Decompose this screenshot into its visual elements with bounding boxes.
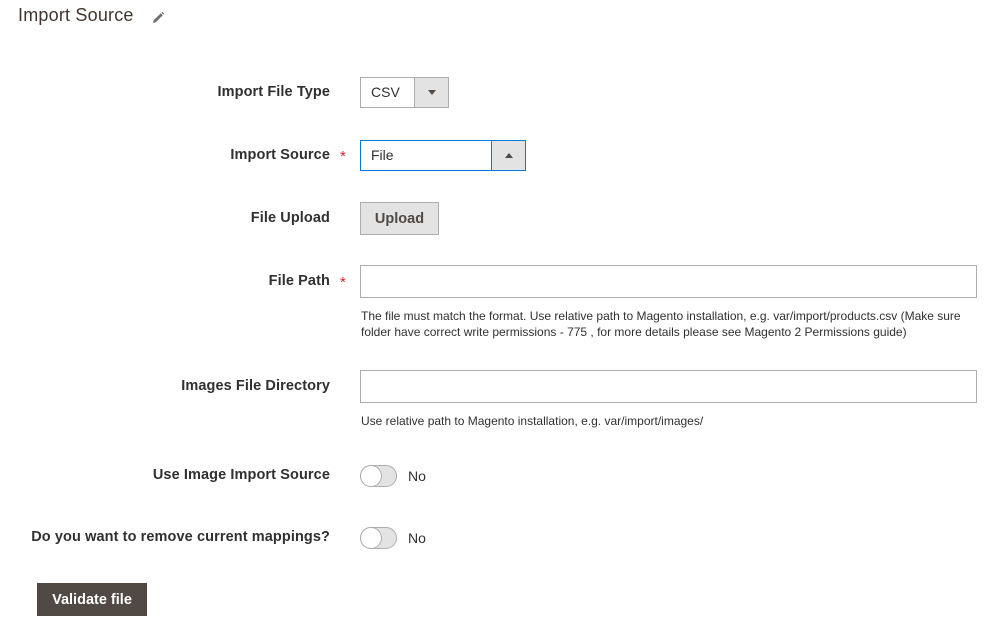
section-title-text: Import Source	[18, 5, 134, 25]
required-mark: *	[340, 148, 346, 165]
images-file-directory-note: Use relative path to Magento installatio…	[361, 414, 704, 428]
validate-file-button[interactable]: Validate file	[37, 583, 147, 616]
file-upload-label: File Upload	[250, 210, 330, 226]
images-file-directory-input[interactable]	[360, 370, 977, 403]
toggle-knob	[360, 465, 382, 487]
file-path-note: The file must match the format. Use rela…	[361, 309, 961, 339]
upload-button[interactable]: Upload	[360, 202, 439, 235]
file-path-input[interactable]	[360, 265, 977, 298]
import-file-type-value: CSV	[371, 84, 400, 100]
import-file-type-dropdown-button[interactable]	[414, 78, 448, 107]
import-source-value: File	[371, 147, 394, 163]
use-image-import-source-state: No	[408, 468, 426, 484]
images-file-directory-label: Images File Directory	[181, 378, 330, 394]
file-path-label: File Path	[268, 273, 330, 289]
chevron-down-icon	[427, 90, 436, 95]
remove-current-mappings-label: Do you want to remove current mappings?	[31, 529, 330, 545]
section-title: Import Source	[18, 5, 165, 26]
toggle-knob	[360, 527, 382, 549]
pencil-icon[interactable]	[151, 9, 165, 23]
import-source-label: Import Source	[230, 147, 330, 163]
import-source-select[interactable]: File	[360, 140, 526, 171]
chevron-up-icon	[504, 153, 513, 158]
import-file-type-label: Import File Type	[217, 84, 330, 100]
use-image-import-source-toggle[interactable]	[360, 465, 397, 487]
remove-current-mappings-toggle[interactable]	[360, 527, 397, 549]
remove-current-mappings-state: No	[408, 530, 426, 546]
import-file-type-select[interactable]: CSV	[360, 77, 449, 108]
required-mark: *	[340, 274, 346, 291]
import-source-dropdown-button[interactable]	[491, 141, 525, 170]
use-image-import-source-label: Use Image Import Source	[152, 467, 330, 483]
